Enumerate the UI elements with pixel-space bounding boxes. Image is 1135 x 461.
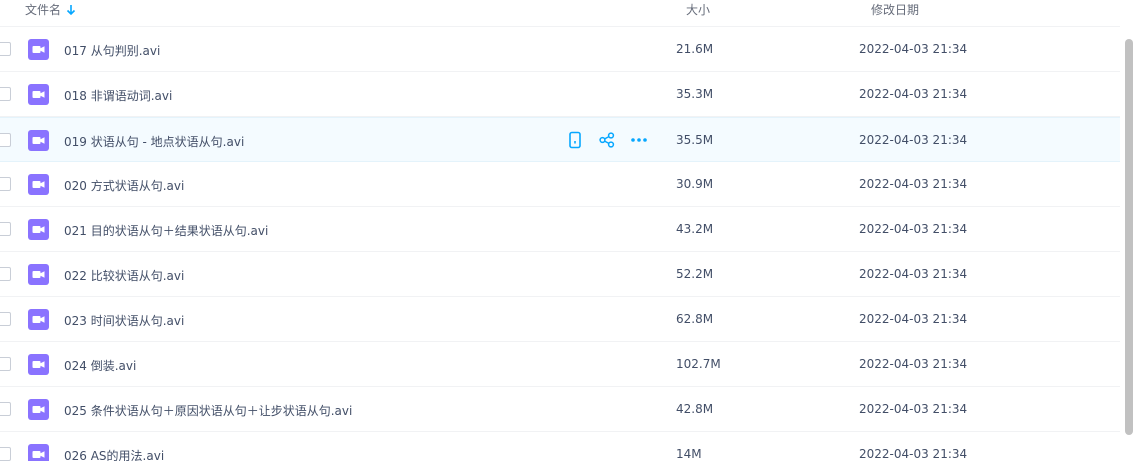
row-checkbox[interactable] (0, 133, 11, 147)
video-file-icon (28, 354, 49, 375)
file-modified-date: 2022-04-03 21:34 (859, 133, 968, 147)
file-name-link[interactable]: 018 非谓语动词.avi (64, 87, 172, 104)
more-icon[interactable] (630, 131, 648, 149)
file-size: 42.8M (676, 402, 714, 416)
file-list-header: 文件名 大小 修改日期 (0, 0, 1120, 27)
video-file-icon (28, 399, 49, 420)
table-row[interactable]: 017 从句判别.avi 21.6M 2022-04-03 21:34 (0, 27, 1120, 72)
file-modified-date: 2022-04-03 21:34 (859, 267, 968, 281)
table-row[interactable]: 022 比较状语从句.avi 52.2M 2022-04-03 21:34 (0, 252, 1120, 297)
file-name-link[interactable]: 019 状语从句 - 地点状语从句.avi (64, 133, 244, 150)
table-row[interactable]: 020 方式状语从句.avi 30.9M 2022-04-03 21:34 (0, 162, 1120, 207)
file-modified-date: 2022-04-03 21:34 (859, 87, 968, 101)
table-row[interactable]: 025 条件状语从句＋原因状语从句＋让步状语从句.avi 42.8M 2022-04… (0, 387, 1120, 432)
file-size: 52.2M (676, 267, 714, 281)
share-icon[interactable] (598, 131, 616, 149)
vertical-scrollbar[interactable] (1123, 27, 1135, 461)
file-modified-date: 2022-04-03 21:34 (859, 357, 968, 371)
row-checkbox[interactable] (0, 222, 11, 236)
file-name-link[interactable]: 017 从句判别.avi (64, 42, 160, 59)
scrollbar-thumb[interactable] (1125, 39, 1133, 435)
file-size: 62.8M (676, 312, 714, 326)
video-file-icon (28, 174, 49, 195)
file-size: 35.5M (676, 133, 714, 147)
file-name-link[interactable]: 020 方式状语从句.avi (64, 177, 184, 194)
row-checkbox[interactable] (0, 42, 11, 56)
table-row[interactable]: 023 时间状语从句.avi 62.8M 2022-04-03 21:34 (0, 297, 1120, 342)
arrow-down-icon[interactable] (66, 4, 76, 16)
file-size: 30.9M (676, 177, 714, 191)
table-row[interactable]: 026 AS的用法.avi 14M 2022-04-03 21:34 (0, 432, 1120, 461)
file-modified-date: 2022-04-03 21:34 (859, 222, 968, 236)
table-row[interactable]: 018 非谓语动词.avi 35.3M 2022-04-03 21:34 (0, 72, 1120, 117)
file-list: 文件名 大小 修改日期 017 从句判别.avi 21.6M 2022-04-03 … (0, 0, 1135, 461)
row-actions (566, 131, 662, 149)
file-name-link[interactable]: 023 时间状语从句.avi (64, 312, 184, 329)
table-row[interactable]: 019 状语从句 - 地点状语从句.avi 35.5M 2022-04-03 21:… (0, 117, 1120, 162)
column-name-label: 文件名 (25, 3, 62, 17)
video-file-icon (28, 444, 49, 461)
file-modified-date: 2022-04-03 21:34 (859, 447, 968, 461)
file-modified-date: 2022-04-03 21:34 (859, 402, 968, 416)
file-modified-date: 2022-04-03 21:34 (859, 177, 968, 191)
row-checkbox[interactable] (0, 402, 11, 416)
video-file-icon (28, 84, 49, 105)
file-size: 21.6M (676, 42, 714, 56)
column-header-size[interactable]: 大小 (686, 1, 710, 18)
file-size: 43.2M (676, 222, 714, 236)
file-size: 14M (676, 447, 702, 461)
file-size: 35.3M (676, 87, 714, 101)
file-name-link[interactable]: 022 比较状语从句.avi (64, 267, 184, 284)
video-file-icon (28, 219, 49, 240)
row-checkbox[interactable] (0, 267, 11, 281)
file-name-link[interactable]: 026 AS的用法.avi (64, 447, 164, 461)
row-checkbox[interactable] (0, 447, 11, 461)
row-checkbox[interactable] (0, 177, 11, 191)
table-row[interactable]: 021 目的状语从句＋结果状语从句.avi 43.2M 2022-04-03 21:… (0, 207, 1120, 252)
row-checkbox[interactable] (0, 87, 11, 101)
file-name-link[interactable]: 025 条件状语从句＋原因状语从句＋让步状语从句.avi (64, 402, 352, 419)
video-file-icon (28, 264, 49, 285)
file-size: 102.7M (676, 357, 721, 371)
file-modified-date: 2022-04-03 21:34 (859, 42, 968, 56)
video-file-icon (28, 39, 49, 60)
file-modified-date: 2022-04-03 21:34 (859, 312, 968, 326)
row-checkbox[interactable] (0, 357, 11, 371)
file-name-link[interactable]: 021 目的状语从句＋结果状语从句.avi (64, 222, 268, 239)
row-checkbox[interactable] (0, 312, 11, 326)
column-header-name[interactable]: 文件名 (25, 1, 76, 18)
video-file-icon (28, 309, 49, 330)
phone-icon[interactable] (566, 131, 584, 149)
column-header-date[interactable]: 修改日期 (871, 1, 919, 18)
video-file-icon (28, 130, 49, 151)
table-row[interactable]: 024 倒装.avi 102.7M 2022-04-03 21:34 (0, 342, 1120, 387)
file-name-link[interactable]: 024 倒装.avi (64, 357, 136, 374)
